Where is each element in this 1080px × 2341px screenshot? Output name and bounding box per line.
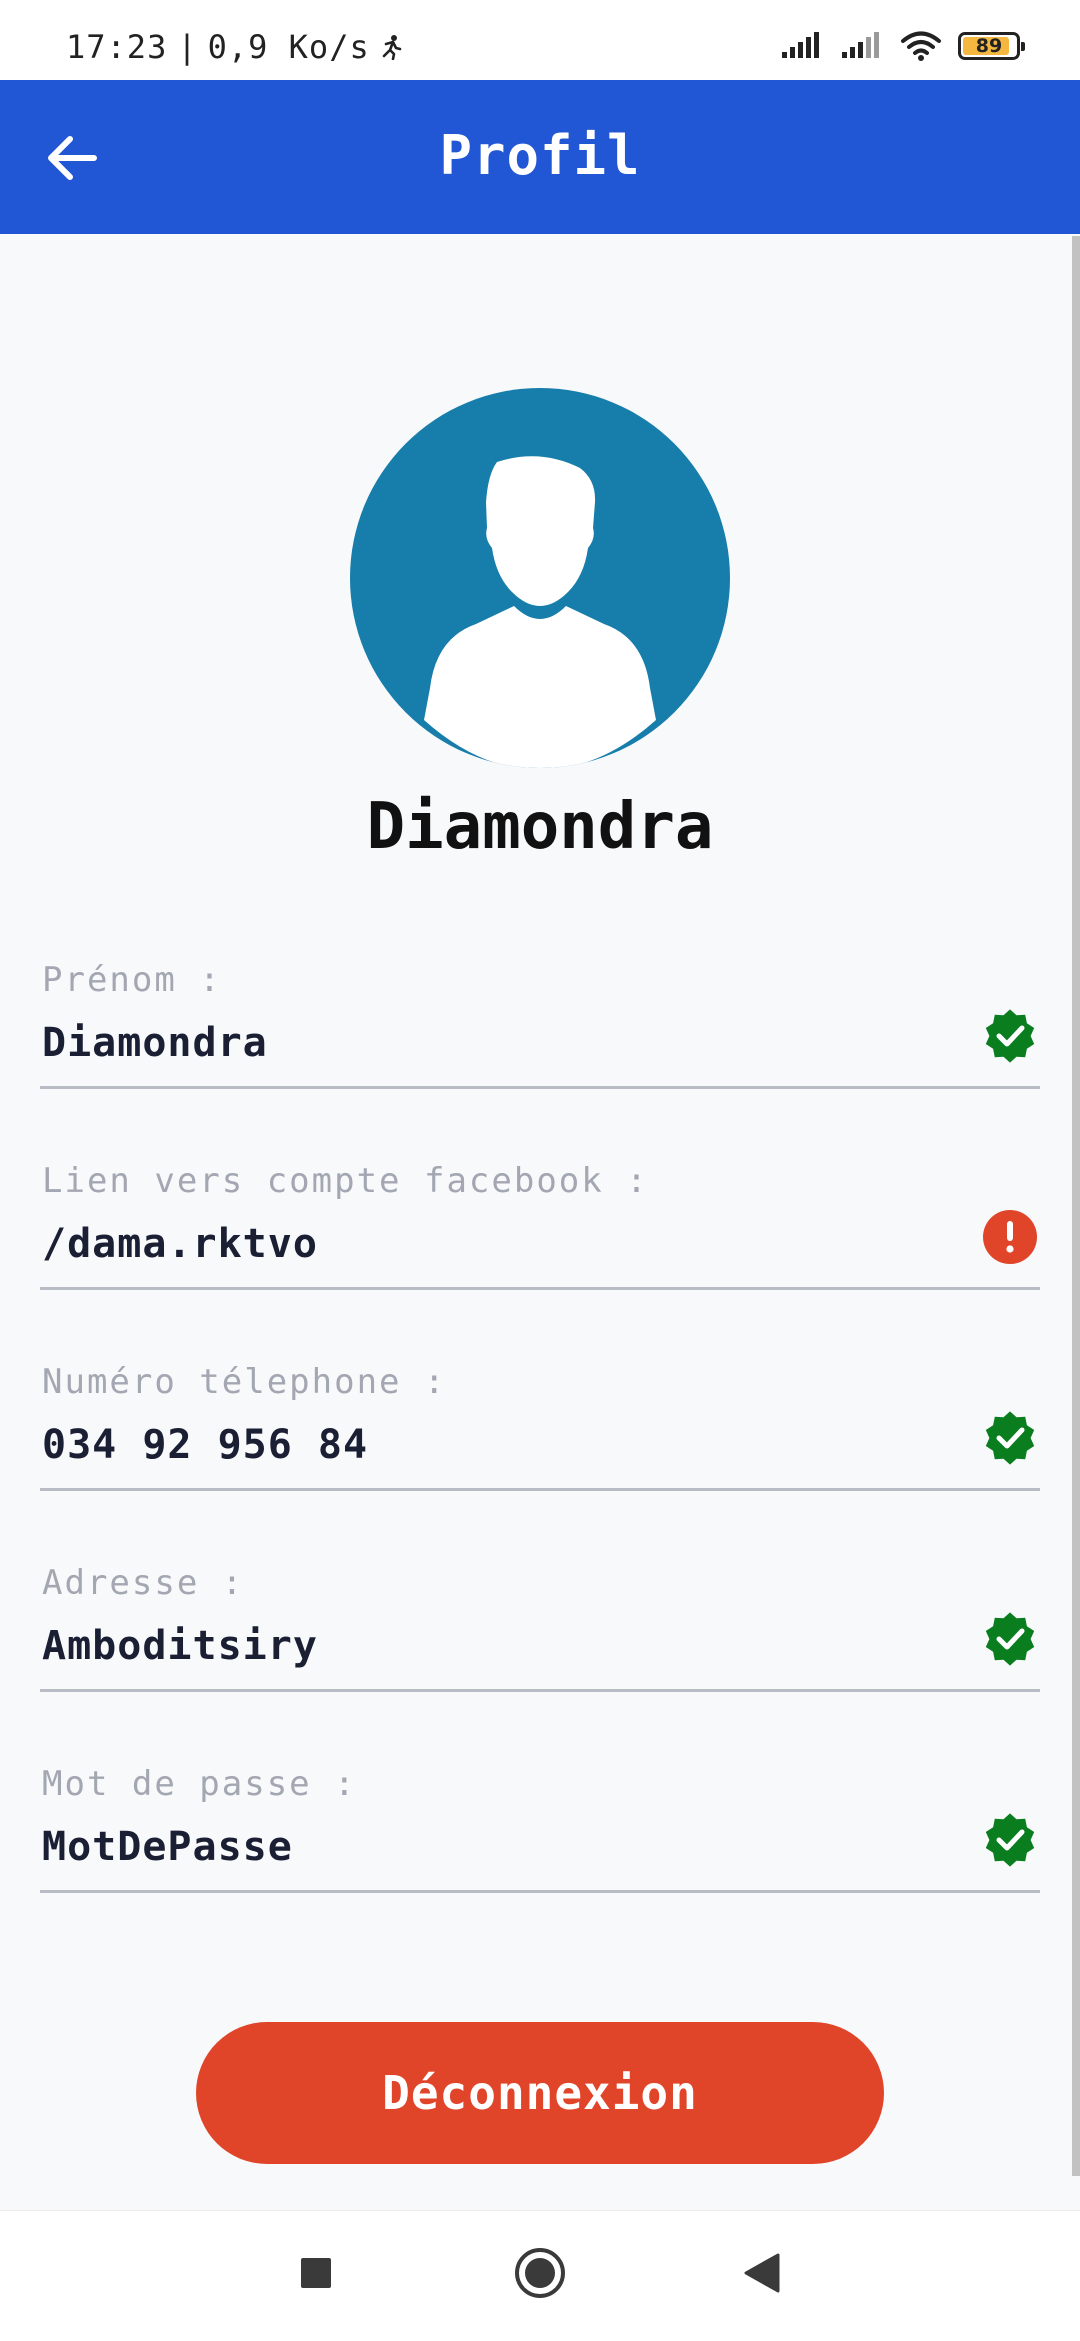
field-underline — [40, 1689, 1040, 1692]
signal-icon — [782, 32, 819, 58]
signal-2-icon — [842, 32, 879, 58]
triangle-back-icon — [744, 2253, 780, 2293]
page-title: Profil — [439, 124, 641, 187]
field-adresse: Adresse : — [40, 1563, 1040, 1713]
battery-icon: 89 — [958, 32, 1025, 60]
prenom-input[interactable] — [42, 1018, 962, 1068]
circle-home-icon — [515, 2248, 565, 2298]
battery-level: 89 — [975, 35, 1003, 57]
wifi-icon — [901, 31, 941, 61]
field-label-telephone: Numéro télephone : — [42, 1362, 447, 1402]
field-label-facebook: Lien vers compte facebook : — [42, 1161, 649, 1201]
field-facebook: Lien vers compte facebook : — [40, 1161, 1040, 1311]
verified-check-icon — [985, 1612, 1035, 1666]
app-bar: Profil — [0, 80, 1080, 234]
phone-input[interactable] — [42, 1420, 962, 1470]
home-button[interactable] — [500, 2233, 580, 2313]
field-label-prenom: Prénom : — [42, 960, 222, 1000]
password-input[interactable] — [42, 1822, 962, 1872]
verified-check-icon — [985, 1411, 1035, 1465]
system-nav-bar — [0, 2210, 1080, 2341]
battery-tip — [1021, 42, 1025, 51]
square-recents-icon — [301, 2258, 331, 2288]
status-left: 17:23 | 0,9 Ko/s — [66, 28, 402, 66]
logout-button[interactable]: Déconnexion — [196, 2022, 884, 2164]
field-label-adresse: Adresse : — [42, 1563, 245, 1603]
facebook-link-input[interactable] — [42, 1219, 962, 1269]
status-net-speed: 0,9 Ko/s — [207, 28, 370, 66]
recents-button[interactable] — [276, 2233, 356, 2313]
status-time: 17:23 — [66, 28, 168, 66]
scrollbar[interactable] — [1072, 236, 1080, 2176]
field-prenom: Prénom : — [40, 960, 1040, 1110]
status-separator: | — [177, 28, 198, 66]
field-underline — [40, 1890, 1040, 1893]
profile-name: Diamondra — [366, 790, 714, 864]
nav-back-button[interactable] — [722, 2233, 802, 2313]
field-password: Mot de passe : — [40, 1764, 1040, 1914]
field-underline — [40, 1287, 1040, 1290]
field-telephone: Numéro télephone : — [40, 1362, 1040, 1512]
field-label-password: Mot de passe : — [42, 1764, 357, 1804]
address-input[interactable] — [42, 1621, 962, 1671]
status-right: 89 — [780, 30, 1025, 62]
field-underline — [40, 1086, 1040, 1089]
user-silhouette-icon — [424, 456, 656, 768]
running-person-icon — [382, 35, 402, 60]
status-bar: 17:23 | 0,9 Ko/s 89 — [0, 0, 1080, 80]
field-underline — [40, 1488, 1040, 1491]
verified-check-icon — [985, 1009, 1035, 1063]
avatar — [350, 388, 730, 768]
verified-check-icon — [985, 1813, 1035, 1867]
error-exclamation-icon — [983, 1210, 1037, 1264]
